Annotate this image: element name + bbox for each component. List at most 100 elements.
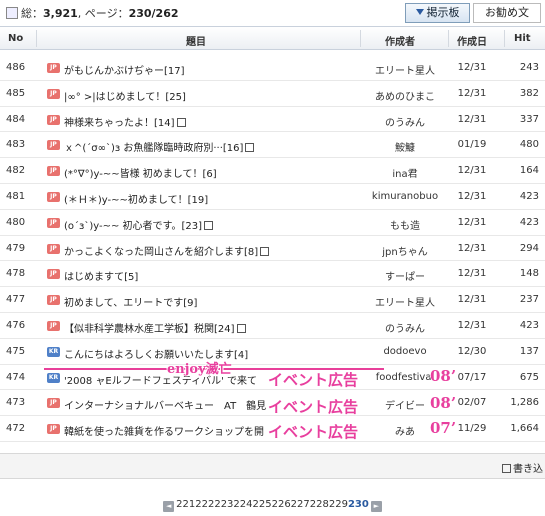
board-summary: 総：3,921, ページ：230/262 xyxy=(6,5,179,21)
post-hits: 294 xyxy=(519,242,539,254)
post-author[interactable]: dodoevo xyxy=(360,346,450,357)
post-title-link[interactable]: 初めまして、エリートです[9] xyxy=(64,294,360,309)
post-hits: 423 xyxy=(519,216,539,228)
post-number: 472 xyxy=(6,423,26,435)
table-row[interactable]: 481 JP (＊Ｈ＊)y-~~初めまして！[19] kimuranobuo 12/31… xyxy=(0,184,545,210)
post-title: 【似非科学農林水産工学板】税関[24] xyxy=(64,324,235,335)
post-number: 478 xyxy=(6,268,26,280)
table-row[interactable]: 484 JP 神様来ちゃったよ！[14] のうみん 12/31 337 xyxy=(0,107,545,133)
post-author[interactable]: のうみん xyxy=(360,114,450,129)
post-title: がもじんかぶけぢゃー[17] xyxy=(64,66,185,77)
post-hits: 423 xyxy=(519,191,539,202)
post-date: 12/31 xyxy=(457,216,487,228)
country-badge-icon: JP xyxy=(47,114,60,125)
annotation-year-1: 08’ xyxy=(430,367,457,385)
table-row[interactable]: 483 JP ｘ^(´σ∞`)з お魚艦隊臨時政府別···[16] 鮟鱇 01/19 48… xyxy=(0,132,545,159)
column-divider xyxy=(504,30,505,47)
annotation-event-ad-1: イベント広告 xyxy=(268,371,359,389)
post-date: 12/31 xyxy=(457,294,487,306)
post-date: 12/31 xyxy=(457,268,487,280)
post-title-link[interactable]: がもじんかぶけぢゃー[17] xyxy=(64,62,360,77)
page-count: 230/262 xyxy=(128,7,179,20)
country-badge-icon: JP xyxy=(47,321,60,331)
table-row[interactable]: 485 JP |∞° >|はじめまして！[25] あめのひまこ 12/31 382 xyxy=(0,81,545,107)
post-title: かっこよくなった岡山さんを紹介します[8] xyxy=(64,246,259,258)
prev-page-icon[interactable]: ◄ xyxy=(163,501,175,512)
post-author[interactable]: エリート星人 xyxy=(360,294,450,309)
post-title-link[interactable]: ｘ^(´σ∞`)з お魚艦隊臨時政府別···[16] xyxy=(64,139,360,154)
post-author[interactable]: もも造 xyxy=(360,217,450,232)
post-number: 474 xyxy=(6,371,26,383)
write-button[interactable]: 書き込 xyxy=(502,460,543,475)
tab-recommend[interactable]: お勧め文 xyxy=(473,3,541,23)
country-badge-icon: JP xyxy=(47,140,60,151)
post-title-link[interactable]: かっこよくなった岡山さんを紹介します[8] xyxy=(64,243,360,258)
table-row[interactable]: 479 JP かっこよくなった岡山さんを紹介します[8] jpnちゃん 12/31 294 xyxy=(0,236,545,262)
page-label: ページ： xyxy=(84,7,129,20)
post-number: 485 xyxy=(6,87,26,99)
column-date[interactable]: 作成日 xyxy=(457,33,487,48)
country-badge-icon: JP xyxy=(47,295,60,306)
post-title-link[interactable]: 神様来ちゃったよ！[14] xyxy=(64,114,360,129)
country-badge-icon: KR xyxy=(47,372,60,383)
post-title-link[interactable]: |∞° >|はじめまして！[25] xyxy=(64,88,360,103)
post-date: 11/29 xyxy=(457,423,487,435)
column-divider xyxy=(360,30,361,47)
post-number: 483 xyxy=(6,139,26,151)
post-author[interactable]: kimuranobuo xyxy=(360,191,450,202)
table-row[interactable]: 476 JP 【似非科学農林水産工学板】税関[24] のうみん 12/31 423 xyxy=(0,313,545,339)
post-author[interactable]: jpnちゃん xyxy=(360,243,450,258)
post-author[interactable]: ina君 xyxy=(360,165,450,180)
annotation-year-3: 07’ xyxy=(430,419,457,437)
country-badge-icon: JP xyxy=(47,166,60,177)
post-title: '2008 ャEルフードフェスティバル' で来て xyxy=(64,375,258,387)
post-date: 12/31 xyxy=(457,320,487,331)
post-title-link[interactable]: 【似非科学農林水産工学板】税関[24] xyxy=(64,320,360,335)
dropdown-arrow-icon xyxy=(415,9,424,15)
table-row[interactable]: 482 JP (*°∇°)y-~~皆様 初めまして！[6] ina君 12/31 164 xyxy=(0,158,545,184)
attachment-icon xyxy=(260,246,270,256)
post-author[interactable]: のうみん xyxy=(360,320,450,335)
table-row[interactable]: 475 KR こんにちはよろしくお願いいたします[4] dodoevo 12/30 137 xyxy=(0,339,545,365)
post-title-link[interactable]: (*°∇°)y-~~皆様 初めまして！[6] xyxy=(64,165,360,180)
post-title-link[interactable]: (o´з`)y-~~ 初心者です。[23] xyxy=(64,217,360,232)
column-hit[interactable]: Hit xyxy=(514,33,531,44)
post-number: 479 xyxy=(6,242,26,254)
country-badge-icon: JP xyxy=(47,63,60,73)
total-count: 3,921 xyxy=(43,7,78,20)
post-author[interactable]: あめのひまこ xyxy=(360,88,450,103)
post-hits: 137 xyxy=(519,345,539,357)
country-badge-icon: JP xyxy=(47,88,60,99)
post-author[interactable]: 鮟鱇 xyxy=(360,139,450,154)
post-number: 477 xyxy=(6,294,26,306)
post-number: 486 xyxy=(6,62,26,73)
post-title: 韓紙を使った雑貨を作るワークショップを開 xyxy=(64,427,264,439)
pagination: ◄ 221222223224225226227228229230 ► xyxy=(0,499,545,513)
tab-board[interactable]: 掲示板 xyxy=(405,3,470,23)
post-hits: 164 xyxy=(519,165,539,177)
page-links[interactable]: 221222223224225226227228229 xyxy=(176,499,348,510)
post-date: 02/07 xyxy=(457,397,487,409)
column-author[interactable]: 作成者 xyxy=(385,33,415,48)
table-header: No 題目 作成者 作成日 Hit xyxy=(0,26,545,50)
table-row[interactable]: 480 JP (o´з`)y-~~ 初心者です。[23] もも造 12/31 423 xyxy=(0,210,545,236)
board-footer: 書き込 xyxy=(0,453,545,479)
post-author[interactable]: すーぱー xyxy=(360,268,450,283)
annotation-enjoy: enjoy滅亡 xyxy=(167,362,232,377)
column-title[interactable]: 題目 xyxy=(186,33,206,48)
post-author[interactable]: エリート星人 xyxy=(360,62,450,77)
table-row[interactable]: 486 JP がもじんかぶけぢゃー[17] エリート星人 12/31 243 xyxy=(0,55,545,81)
table-row[interactable]: 477 JP 初めまして、エリートです[9] エリート星人 12/31 237 xyxy=(0,287,545,313)
column-divider xyxy=(36,30,37,47)
post-hits: 1,286 xyxy=(510,397,539,409)
post-title: (＊Ｈ＊)y-~~初めまして！[19] xyxy=(64,195,209,206)
table-row[interactable]: 478 JP はじめますて[5] すーぱー 12/31 148 xyxy=(0,261,545,288)
post-title-link[interactable]: はじめますて[5] xyxy=(64,268,360,283)
post-title-link[interactable]: (＊Ｈ＊)y-~~初めまして！[19] xyxy=(64,191,360,206)
next-page-icon[interactable]: ► xyxy=(370,501,382,512)
country-badge-icon: JP xyxy=(47,217,60,228)
board-summary-bar: 総：3,921, ページ：230/262 掲示板 お勧め文 xyxy=(0,0,545,24)
column-no[interactable]: No xyxy=(8,33,23,44)
post-hits: 243 xyxy=(519,62,539,73)
total-label: 総： xyxy=(21,7,43,20)
